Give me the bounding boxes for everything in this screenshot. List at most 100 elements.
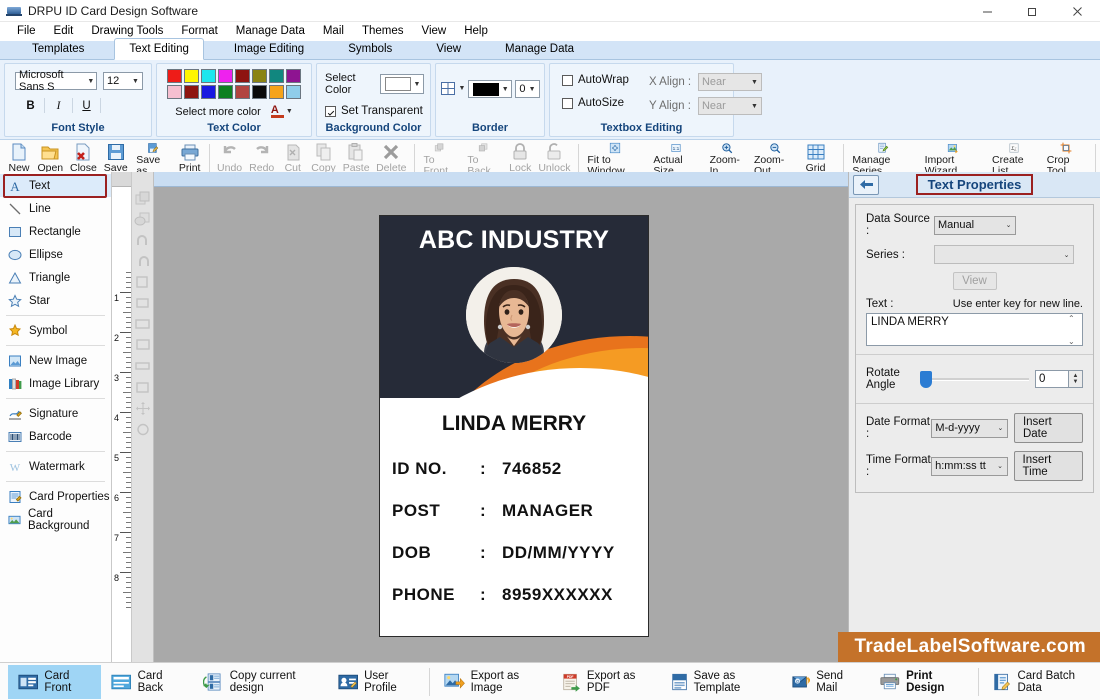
color-swatch[interactable]: [286, 85, 301, 99]
set-transparent-checkbox[interactable]: [325, 105, 336, 117]
bottom-print-design-button[interactable]: Print Design: [870, 665, 974, 699]
tab-view[interactable]: View: [422, 39, 475, 59]
autosize-checkbox[interactable]: [562, 97, 573, 109]
border-width-combo[interactable]: 0 ▼: [515, 80, 540, 98]
tab-text-editing[interactable]: Text Editing: [114, 38, 204, 60]
card-field-row[interactable]: POST : MANAGER: [392, 501, 640, 521]
tool-watermark[interactable]: W Watermark: [0, 455, 111, 478]
bottom-copy-current-design-button[interactable]: Copy current design: [193, 665, 327, 699]
undo-arrow-icon[interactable]: [134, 232, 152, 249]
textarea-scrollbar[interactable]: ⌃ ⌄: [1068, 315, 1081, 346]
align-right-icon[interactable]: [134, 316, 152, 333]
tool-barcode[interactable]: Barcode: [0, 425, 111, 448]
tool-card-properties[interactable]: Card Properties: [0, 485, 111, 508]
minimize-button[interactable]: [965, 0, 1010, 22]
align-top-icon[interactable]: [134, 337, 152, 354]
tool-new-image[interactable]: New Image: [0, 349, 111, 372]
move-icon[interactable]: [134, 400, 152, 417]
rotate-angle-slider[interactable]: [920, 370, 1029, 388]
menu-item-manage-data[interactable]: Manage Data: [227, 22, 314, 41]
menu-item-edit[interactable]: Edit: [45, 22, 83, 41]
to-back-icon[interactable]: [134, 211, 152, 228]
tool-image-library[interactable]: Image Library: [0, 372, 111, 395]
bottom-export-as-image-button[interactable]: Export as Image: [434, 665, 552, 699]
align-bottom-icon[interactable]: [134, 379, 152, 396]
underline-button[interactable]: U: [77, 97, 96, 114]
font-color-icon[interactable]: A: [270, 104, 284, 119]
color-swatch[interactable]: [184, 85, 199, 99]
color-swatch[interactable]: [252, 85, 267, 99]
rotate-angle-value[interactable]: 0: [1035, 370, 1069, 388]
tab-manage-data[interactable]: Manage Data: [491, 39, 588, 59]
align-center-icon[interactable]: [134, 295, 152, 312]
view-button[interactable]: View: [952, 272, 997, 290]
card-field-row[interactable]: DOB : DD/MM/YYYY: [392, 543, 640, 563]
color-swatch[interactable]: [252, 69, 267, 83]
bottom-card-back-button[interactable]: Card Back: [101, 665, 193, 699]
color-swatch[interactable]: [269, 85, 284, 99]
border-style-picker[interactable]: ▼: [440, 80, 465, 97]
color-swatch[interactable]: [269, 69, 284, 83]
tool-triangle[interactable]: Triangle: [0, 266, 111, 289]
color-swatch[interactable]: [184, 69, 199, 83]
bottom-card-batch-data-button[interactable]: Card Batch Data: [983, 665, 1100, 699]
bottom-user-profile-button[interactable]: User Profile: [328, 665, 426, 699]
maximize-button[interactable]: [1010, 0, 1055, 22]
tool-rectangle[interactable]: Rectangle: [0, 220, 111, 243]
menu-item-file[interactable]: File: [8, 22, 45, 41]
tab-templates[interactable]: Templates: [18, 39, 98, 59]
time-format-combo[interactable]: h:mm:ss tt ⌄: [931, 456, 1008, 476]
menu-item-themes[interactable]: Themes: [353, 22, 413, 41]
align-middle-icon[interactable]: [134, 358, 152, 375]
color-swatch[interactable]: [201, 85, 216, 99]
id-card-preview[interactable]: ABC INDUSTRY LINDA MERRY ID NO.: 746852…: [379, 215, 649, 637]
menu-item-view[interactable]: View: [412, 22, 455, 41]
menu-item-mail[interactable]: Mail: [314, 22, 353, 41]
background-color-picker[interactable]: ▼: [380, 74, 424, 94]
rotate-icon[interactable]: [134, 421, 152, 438]
x-align-combo[interactable]: Near ▼: [697, 73, 762, 91]
color-swatch[interactable]: [218, 69, 233, 83]
to-front-icon[interactable]: [134, 190, 152, 207]
font-size-combo[interactable]: 12 ▼: [103, 72, 143, 90]
tool-ellipse[interactable]: Ellipse: [0, 243, 111, 266]
insert-time-button[interactable]: Insert Time: [1013, 451, 1083, 481]
tool-line[interactable]: Line: [0, 197, 111, 220]
border-color-picker[interactable]: ▼: [468, 80, 513, 98]
tool-star[interactable]: Star: [0, 289, 111, 312]
autowrap-checkbox[interactable]: [562, 74, 573, 86]
color-swatch[interactable]: [235, 69, 250, 83]
bottom-card-front-button[interactable]: Card Front: [8, 664, 102, 699]
bottom-export-as-pdf-button[interactable]: PDF Export as PDF: [552, 665, 661, 699]
italic-button[interactable]: I: [49, 97, 68, 114]
slider-thumb[interactable]: [920, 370, 932, 388]
tool-text[interactable]: A Text: [0, 174, 111, 197]
card-field-row[interactable]: ID NO. : 746852: [392, 459, 640, 479]
chevron-down-icon[interactable]: ▼: [286, 108, 293, 115]
color-swatch[interactable]: [201, 69, 216, 83]
color-swatch[interactable]: [167, 85, 182, 99]
insert-date-button[interactable]: Insert Date: [1013, 413, 1083, 443]
align-left-icon[interactable]: [134, 274, 152, 291]
card-holder-name[interactable]: LINDA MERRY: [380, 412, 648, 436]
bold-button[interactable]: B: [21, 97, 40, 114]
close-button[interactable]: [1055, 0, 1100, 22]
series-combo[interactable]: ⌄: [934, 245, 1074, 264]
tab-symbols[interactable]: Symbols: [334, 39, 406, 59]
bottom-save-as-template-button[interactable]: Save as Template: [661, 665, 782, 699]
tool-signature[interactable]: Signature: [0, 402, 111, 425]
text-color-swatch-grid[interactable]: [167, 69, 301, 99]
rotate-angle-stepper[interactable]: ▲ ▼: [1069, 370, 1083, 388]
select-more-color-link[interactable]: Select more color: [175, 106, 261, 118]
tool-symbol[interactable]: Symbol: [0, 319, 111, 342]
tool-card-background[interactable]: Card Background: [0, 508, 111, 532]
date-format-combo[interactable]: M-d-yyyy ⌄: [931, 418, 1008, 438]
card-company-title[interactable]: ABC INDUSTRY: [380, 226, 648, 255]
y-align-combo[interactable]: Near ▼: [697, 97, 762, 115]
card-photo[interactable]: [466, 267, 562, 363]
redo-arrow-icon[interactable]: [134, 253, 152, 270]
design-canvas[interactable]: ABC INDUSTRY LINDA MERRY ID NO.: 746852…: [154, 172, 848, 662]
color-swatch[interactable]: [235, 85, 250, 99]
menu-item-help[interactable]: Help: [455, 22, 497, 41]
card-field-row[interactable]: PHONE : 8959XXXXXX: [392, 585, 640, 605]
